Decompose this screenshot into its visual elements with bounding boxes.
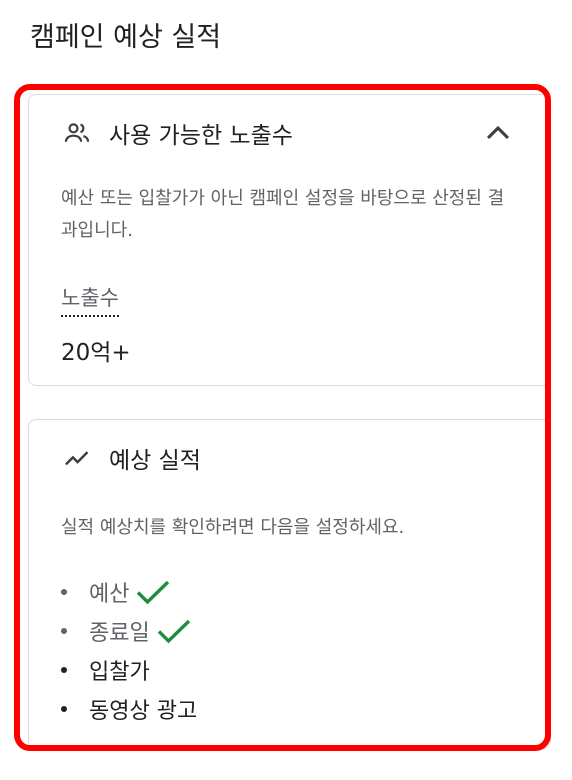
- highlight-frame: [14, 84, 551, 751]
- page-title: 캠페인 예상 실적: [30, 22, 222, 53]
